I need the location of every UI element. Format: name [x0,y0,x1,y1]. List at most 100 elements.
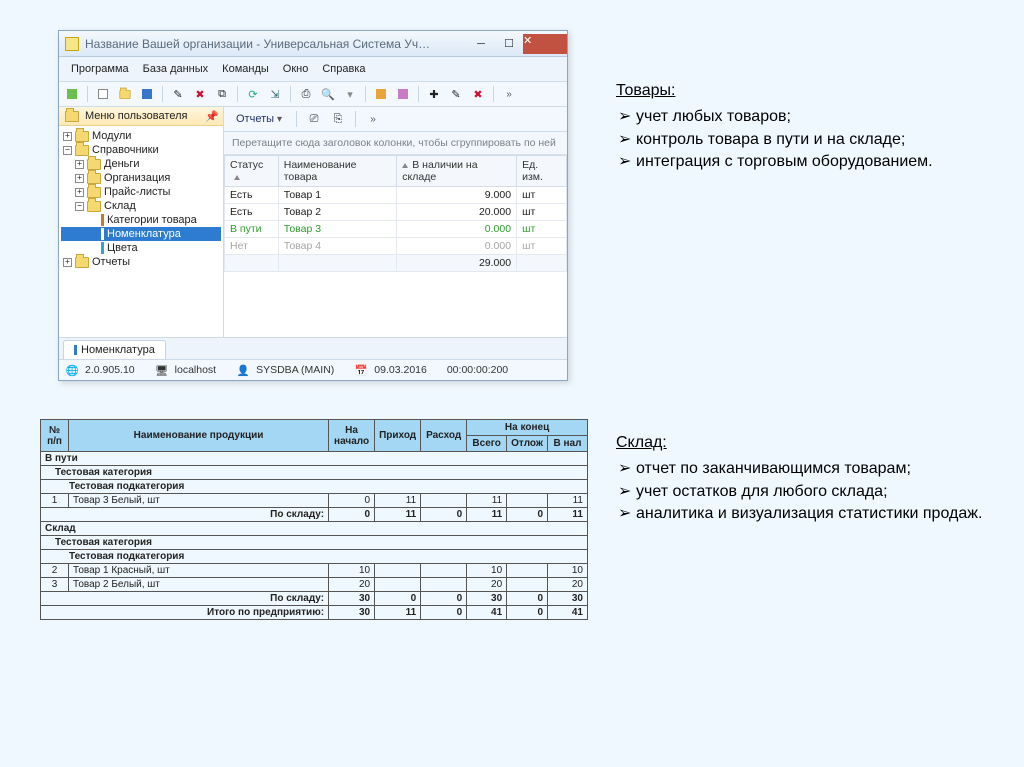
tool-a-icon[interactable]: ⎚ [305,110,323,128]
note-item: контроль товара в пути и на складе; [636,129,996,151]
tree-references[interactable]: −Справочники [61,143,221,157]
status-time: 00:00:00:200 [447,364,508,376]
status-date: 09.03.2016 [374,364,427,376]
sort-icon [234,175,240,180]
menu-window[interactable]: Окно [277,61,315,77]
open-icon[interactable] [116,85,134,103]
main-toolbar: Отчеты▾ ⎚ ⎘ » [224,107,567,132]
action3-icon[interactable]: ✖ [469,85,487,103]
add-icon[interactable] [63,85,81,103]
find-icon[interactable]: 🔍 [319,85,337,103]
col-qty[interactable]: В наличии на складе [397,156,517,187]
report-grandtotal: Итого по предприятию: 30110 41041 [41,606,588,620]
rh-hold: Отлож [507,436,548,452]
notes-goods-title: Товары: [616,80,996,102]
tool1-icon[interactable] [372,85,390,103]
tree: +Модули −Справочники +Деньги +Организаци… [59,126,223,337]
notes-warehouse-title: Склад: [616,432,996,454]
tree-warehouse[interactable]: −Склад [61,199,221,213]
toolbar-overflow[interactable]: » [500,85,518,103]
main-overflow[interactable]: » [364,110,382,128]
grid-row[interactable]: ЕстьТовар 19.000шт [225,187,567,204]
tree-nomenclature[interactable]: Номенклатура [61,227,221,241]
tool2-icon[interactable] [394,85,412,103]
toolbar: ✎ ✖ ⧉ ⟳ ⇲ ⎙ 🔍 ▾ ✚ ✎ ✖ » [59,82,567,107]
rh-end: На конец [467,420,588,436]
action1-icon[interactable]: ✚ [425,85,443,103]
menu-help[interactable]: Справка [316,61,371,77]
tree-colors[interactable]: Цвета [61,241,221,255]
note-item: учет остатков для любого склада; [636,481,996,503]
folder-icon [65,111,79,122]
tab-nomenclature[interactable]: Номенклатура [63,340,166,359]
note-item: учет любых товаров; [636,106,996,128]
copy-icon[interactable]: ⧉ [213,85,231,103]
menu-bar: Программа База данных Команды Окно Справ… [59,57,567,82]
main-panel: Отчеты▾ ⎚ ⎘ » Перетащите сюда заголовок … [224,107,567,337]
status-version: 2.0.905.10 [85,364,135,376]
reports-dropdown[interactable]: Отчеты▾ [230,111,288,127]
rh-total: Всего [467,436,507,452]
report-row: 3Товар 2 Белый, шт 20 2020 [41,578,588,592]
grid-row[interactable]: ЕстьТовар 220.000шт [225,204,567,221]
action2-icon[interactable]: ✎ [447,85,465,103]
grid-row[interactable]: НетТовар 40.000шт [225,238,567,255]
server-icon: 🖥 [155,363,169,377]
sidebar: Меню пользователя 📌 +Модули −Справочники… [59,107,224,337]
globe-icon: 🌐 [65,363,79,377]
notes-warehouse: Склад: отчет по заканчивающимся товарам;… [616,432,996,526]
close-button[interactable]: ✕ [523,34,567,54]
export-icon[interactable]: ⇲ [266,85,284,103]
grid-row[interactable]: В путиТовар 30.000шт [225,221,567,238]
save-icon[interactable] [138,85,156,103]
report-row: 2Товар 1 Красный, шт 10 1010 [41,564,588,578]
rh-start: На начало [329,420,375,452]
minimize-button[interactable]: ─ [467,34,495,54]
titlebar[interactable]: Название Вашей организации - Универсальн… [59,31,567,57]
tool-b-icon[interactable]: ⎘ [329,110,347,128]
menu-database[interactable]: База данных [137,61,215,77]
tree-money[interactable]: +Деньги [61,157,221,171]
tabs-bar: Номенклатура [59,337,567,359]
edit-icon[interactable]: ✎ [169,85,187,103]
notes-goods: Товары: учет любых товаров; контроль тов… [616,80,996,174]
menu-program[interactable]: Программа [65,61,135,77]
status-host: localhost [175,364,216,376]
maximize-button[interactable]: ☐ [495,34,523,54]
tree-org[interactable]: +Организация [61,171,221,185]
data-grid[interactable]: Статус Наименование товара В наличии на … [224,155,567,337]
new-icon[interactable] [94,85,112,103]
col-name[interactable]: Наименование товара [278,156,397,187]
calendar-icon: 📅 [354,363,368,377]
group-hint[interactable]: Перетащите сюда заголовок колонки, чтобы… [224,132,567,155]
sec-cat: Тестовая категория [41,466,588,480]
sec-warehouse: Склад [41,522,588,536]
rh-in: Приход [375,420,421,452]
rh-avail: В нал [548,436,588,452]
delete-icon[interactable]: ✖ [191,85,209,103]
report-row: 1Товар 3 Белый, шт 011 1111 [41,494,588,508]
pin-icon[interactable]: 📌 [205,110,217,122]
tree-pricelists[interactable]: +Прайс-листы [61,185,221,199]
menu-commands[interactable]: Команды [216,61,275,77]
sidebar-header: Меню пользователя 📌 [59,107,223,126]
user-icon: 👤 [236,363,250,377]
grid-total: 29.000 [397,255,517,272]
report-subtotal: По складу: 0110 11011 [41,508,588,522]
report-subtotal: По складу: 3000 30030 [41,592,588,606]
filter-icon[interactable]: ▾ [341,85,359,103]
col-status[interactable]: Статус [225,156,279,187]
sec-transit: В пути [41,452,588,466]
note-item: интеграция с торговым оборудованием. [636,151,996,173]
tree-categories[interactable]: Категории товара [61,213,221,227]
window-title: Название Вашей организации - Универсальн… [85,37,467,51]
sec-subcat: Тестовая подкатегория [41,480,588,494]
col-uom[interactable]: Ед. изм. [517,156,567,187]
tree-modules[interactable]: +Модули [61,129,221,143]
report-table: № п/п Наименование продукции На начало П… [40,419,588,620]
refresh-icon[interactable]: ⟳ [244,85,262,103]
print-icon[interactable]: ⎙ [297,85,315,103]
tree-reports[interactable]: +Отчеты [61,255,221,269]
note-item: отчет по заканчивающимся товарам; [636,458,996,480]
status-bar: 🌐 2.0.905.10 🖥 localhost 👤 SYSDBA (MAIN)… [59,359,567,380]
